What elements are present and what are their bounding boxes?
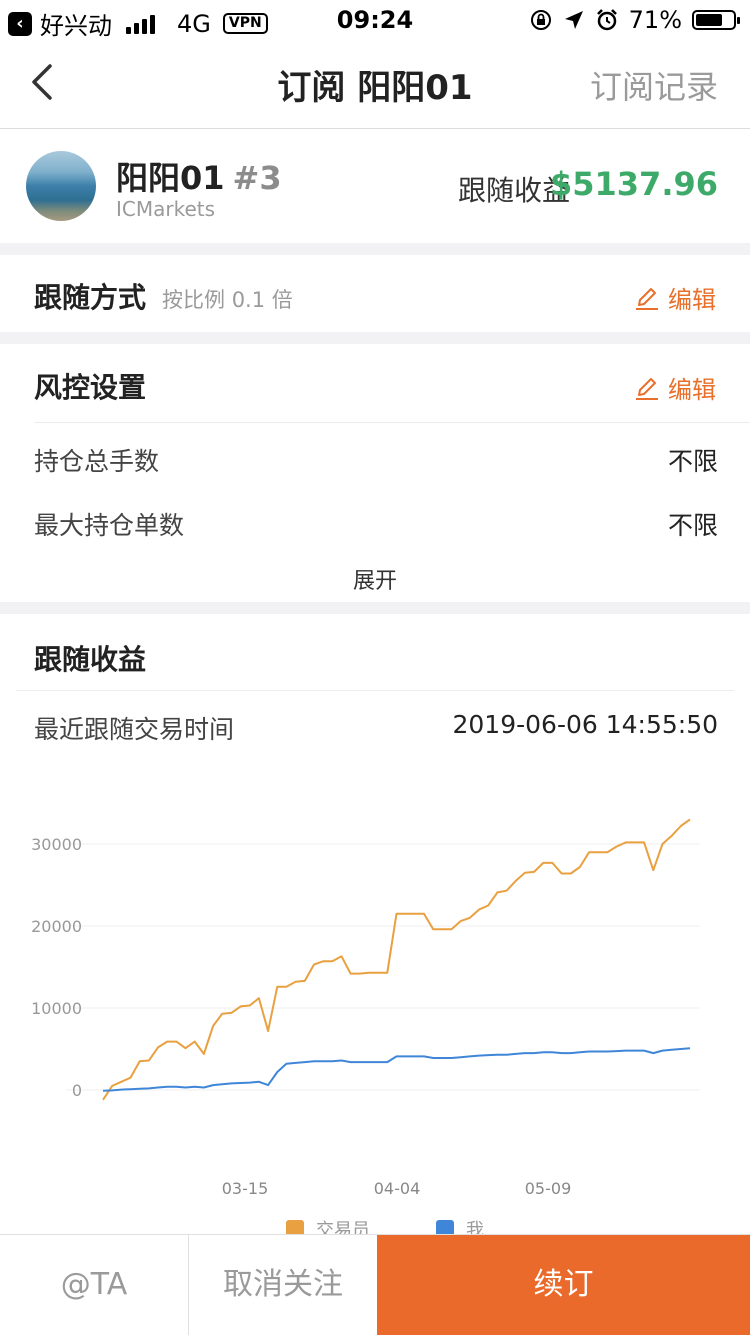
trader-name-text: 阳阳01 [116, 159, 225, 197]
section-gap [0, 602, 750, 614]
unfollow-button[interactable]: 取消关注 [189, 1235, 377, 1335]
trader-card: 阳阳01 #3 ICMarkets 跟随收益 $5137.96 [0, 129, 750, 243]
max-orders-value: 不限 [667, 511, 718, 540]
divider [16, 690, 734, 691]
mention-button[interactable]: @TA [0, 1235, 189, 1335]
series-line-trader [102, 818, 691, 1101]
legend-swatch [286, 1220, 304, 1234]
follow-mode-edit-label: 编辑 [668, 286, 716, 314]
trader-broker: ICMarkets [116, 197, 216, 221]
follow-mode-title-text: 跟随方式 [34, 281, 147, 314]
earnings-chart: 0 10000 20000 30000 03-15 04-04 05-09 交易员 我 [31, 818, 700, 1234]
pencil-icon [636, 287, 658, 310]
risk-edit-button[interactable]: 编辑 [634, 370, 716, 405]
total-lots-value: 不限 [667, 447, 718, 476]
divider [34, 422, 750, 423]
avatar[interactable] [26, 151, 96, 221]
series-line-me [102, 1047, 691, 1092]
subscription-history-link[interactable]: 订阅记录 [590, 62, 718, 108]
trader-name: 阳阳01 #3 [116, 153, 282, 199]
last-trade-value: 2019-06-06 14:55:50 [452, 710, 718, 739]
y-tick-label: 20000 [31, 917, 82, 936]
x-tick-label: 05-09 [525, 1179, 572, 1198]
risk-title: 风控设置 [34, 371, 147, 404]
orientation-lock-icon [530, 10, 551, 30]
trader-rank: #3 [232, 159, 282, 197]
battery-icon [692, 10, 740, 30]
renew-button[interactable]: 续订 [377, 1235, 750, 1335]
total-lots-label: 持仓总手数 [34, 447, 160, 476]
section-gap [0, 243, 750, 255]
earnings-title: 跟随收益 [34, 643, 147, 676]
last-trade-label: 最近跟随交易时间 [34, 715, 235, 744]
follow-mode-subtitle: 按比例 0.1 倍 [162, 288, 293, 312]
status-right: 71% [529, 6, 740, 34]
bottom-action-bar: @TA 取消关注 续订 [0, 1234, 750, 1335]
follow-mode-title: 跟随方式 按比例 0.1 倍 [34, 276, 293, 316]
max-orders-label: 最大持仓单数 [34, 511, 185, 540]
nav-bar: 订阅 阳阳01 订阅记录 [0, 40, 750, 129]
y-tick-label: 0 [72, 1081, 82, 1100]
legend-label: 我 [466, 1220, 484, 1234]
status-bar: ‹ 好兴动 4G VPN 09:24 71% [0, 0, 750, 40]
y-tick-label: 10000 [31, 999, 82, 1018]
alarm-icon [596, 9, 617, 31]
x-tick-label: 03-15 [222, 1179, 269, 1198]
y-tick-label: 30000 [31, 835, 82, 854]
expand-button[interactable]: 展开 [0, 563, 750, 595]
follow-mode-edit-button[interactable]: 编辑 [634, 280, 716, 315]
profit-value: $5137.96 [549, 165, 718, 203]
section-gap [0, 332, 750, 344]
pencil-icon [636, 377, 658, 400]
legend-swatch [436, 1220, 454, 1234]
location-icon [564, 11, 583, 29]
x-tick-label: 04-04 [374, 1179, 421, 1198]
legend-label: 交易员 [316, 1220, 370, 1234]
risk-edit-label: 编辑 [668, 376, 716, 404]
battery-percent: 71% [628, 6, 682, 34]
